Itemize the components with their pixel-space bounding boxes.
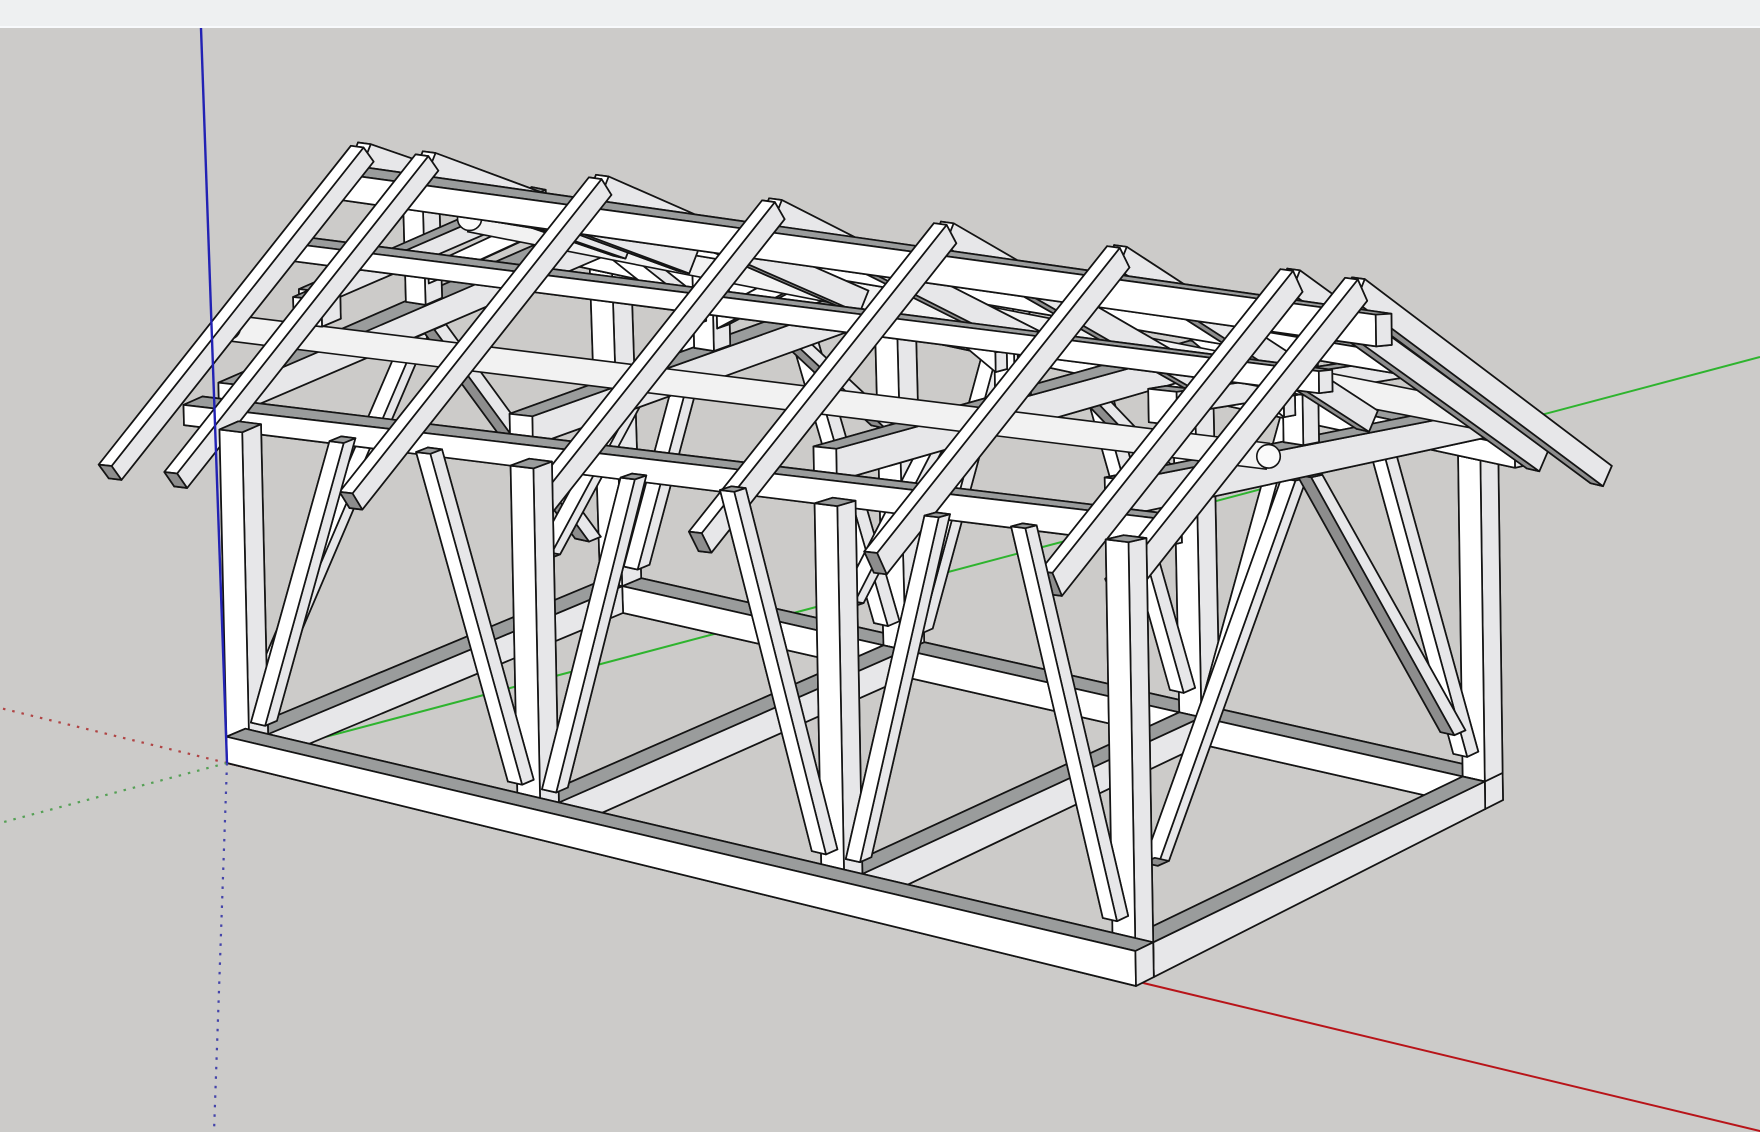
- app-window: [0, 0, 1760, 1132]
- toolbar-strip-edge: [0, 26, 1760, 28]
- toolbar-strip: [0, 0, 1760, 27]
- sketchup-viewport[interactable]: [0, 0, 1760, 1132]
